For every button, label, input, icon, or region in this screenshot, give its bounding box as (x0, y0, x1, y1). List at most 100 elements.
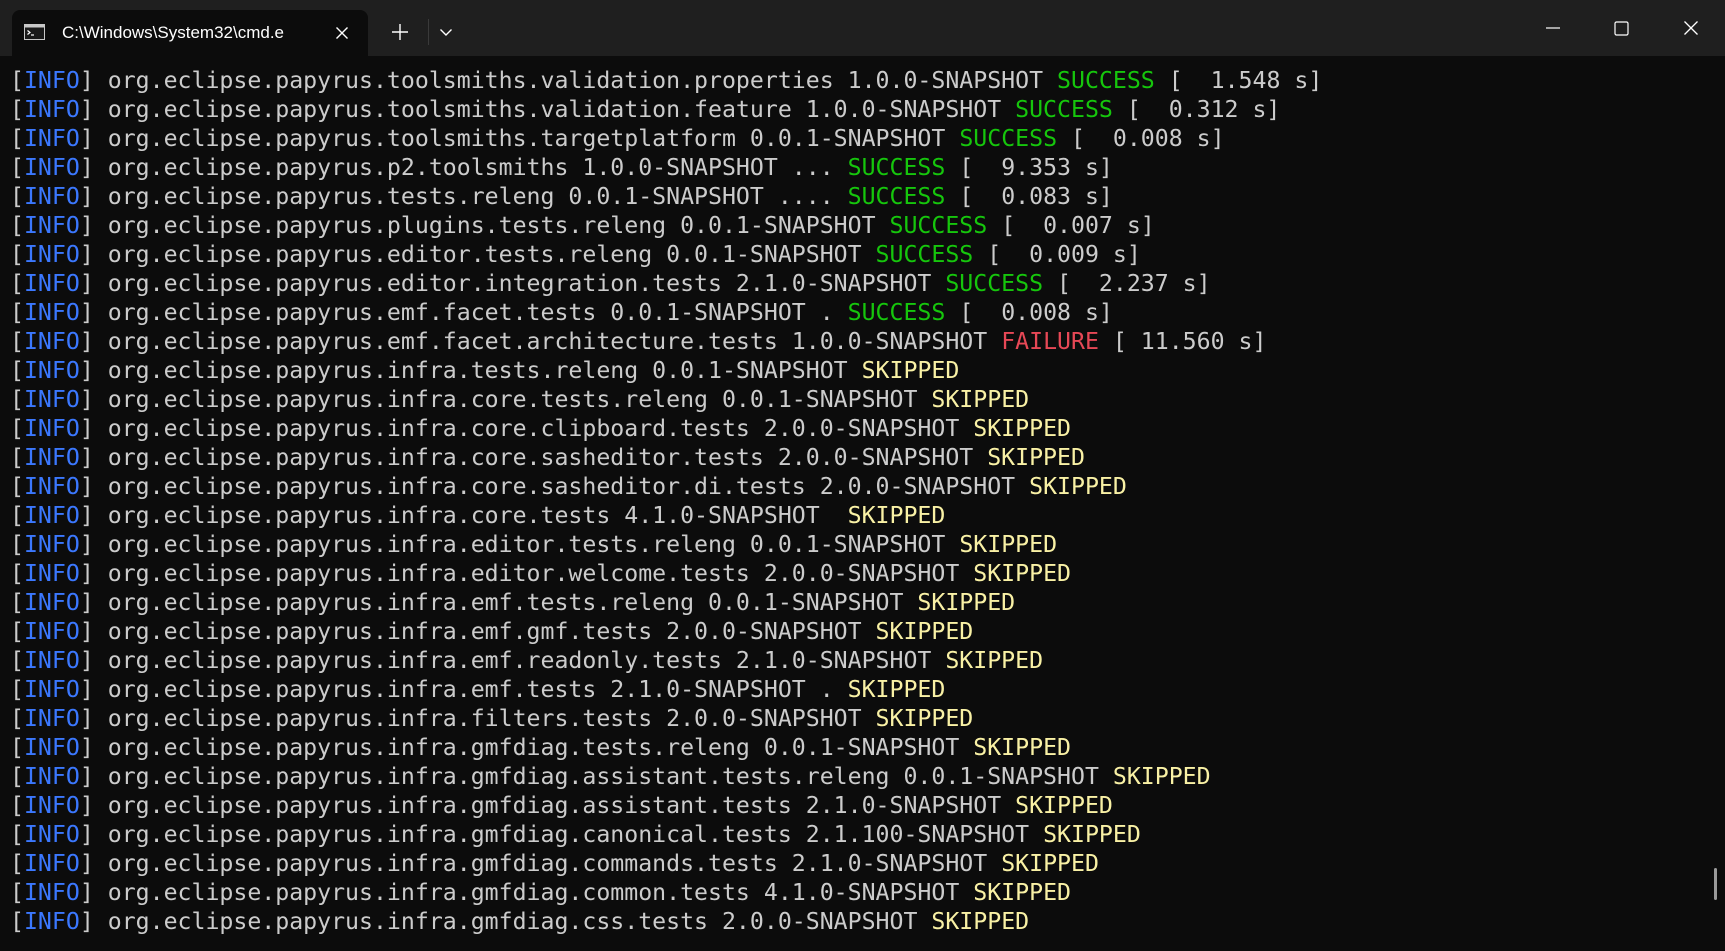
log-line: [INFO] org.eclipse.papyrus.infra.gmfdiag… (10, 791, 1700, 820)
log-bracket-close: ] (79, 879, 108, 906)
log-status: SKIPPED (1112, 763, 1211, 790)
log-bracket-close: ] (79, 299, 108, 326)
close-window-button[interactable] (1657, 0, 1725, 56)
log-module: org.eclipse.papyrus.infra.emf.gmf.tests … (107, 618, 876, 645)
log-status: FAILURE (1001, 328, 1099, 355)
log-bracket-close: ] (79, 386, 108, 413)
log-line: [INFO] org.eclipse.papyrus.toolsmiths.va… (10, 95, 1700, 124)
log-status: SKIPPED (973, 879, 1071, 906)
log-status: SKIPPED (1043, 821, 1141, 848)
log-bracket-open: [ (10, 96, 24, 123)
log-line: [INFO] org.eclipse.papyrus.infra.gmfdiag… (10, 907, 1700, 936)
log-status: SKIPPED (931, 908, 1030, 935)
log-bracket-open: [ (10, 502, 24, 529)
log-module: org.eclipse.papyrus.infra.gmfdiag.canoni… (107, 821, 1044, 848)
log-level: INFO (23, 212, 80, 239)
new-tab-icon[interactable] (386, 18, 414, 46)
log-status: SKIPPED (931, 386, 1030, 413)
log-time: [ 9.353 s] (945, 154, 1113, 181)
log-module: org.eclipse.papyrus.infra.core.clipboard… (107, 415, 974, 442)
log-line: [INFO] org.eclipse.papyrus.infra.gmfdiag… (10, 733, 1700, 762)
log-status: SUCCESS (847, 183, 946, 210)
log-status: SKIPPED (945, 647, 1044, 674)
log-module: org.eclipse.papyrus.infra.editor.welcome… (107, 560, 974, 587)
log-level: INFO (23, 415, 80, 442)
log-line: [INFO] org.eclipse.papyrus.editor.tests.… (10, 240, 1700, 269)
log-bracket-close: ] (79, 270, 108, 297)
log-module: org.eclipse.papyrus.infra.gmfdiag.common… (107, 879, 974, 906)
log-line: [INFO] org.eclipse.papyrus.infra.editor.… (10, 530, 1700, 559)
log-bracket-open: [ (10, 589, 24, 616)
log-line: [INFO] org.eclipse.papyrus.emf.facet.tes… (10, 298, 1700, 327)
log-status: SKIPPED (973, 415, 1071, 442)
log-module: org.eclipse.papyrus.toolsmiths.targetpla… (107, 125, 960, 152)
log-time: [ 0.083 s] (945, 183, 1113, 210)
log-line: [INFO] org.eclipse.papyrus.infra.emf.rea… (10, 646, 1700, 675)
log-bracket-close: ] (79, 792, 108, 819)
log-bracket-open: [ (10, 154, 24, 181)
log-module: org.eclipse.papyrus.emf.facet.tests 0.0.… (107, 299, 848, 326)
log-module: org.eclipse.papyrus.toolsmiths.validatio… (107, 96, 1016, 123)
log-level: INFO (23, 734, 80, 761)
close-tab-icon[interactable] (332, 23, 352, 43)
log-line: [INFO] org.eclipse.papyrus.emf.facet.arc… (10, 327, 1700, 356)
log-bracket-open: [ (10, 415, 24, 442)
log-level: INFO (23, 183, 80, 210)
log-module: org.eclipse.papyrus.infra.emf.readonly.t… (107, 647, 946, 674)
scrollbar-thumb[interactable] (1714, 868, 1717, 900)
log-bracket-close: ] (79, 850, 108, 877)
log-bracket-open: [ (10, 705, 24, 732)
tab-cmd[interactable]: C:\Windows\System32\cmd.e (12, 10, 368, 56)
log-time: [ 11.560 s] (1098, 328, 1267, 355)
log-line: [INFO] org.eclipse.papyrus.toolsmiths.ta… (10, 124, 1700, 153)
log-status: SUCCESS (847, 154, 946, 181)
log-line: [INFO] org.eclipse.papyrus.infra.emf.gmf… (10, 617, 1700, 646)
log-bracket-close: ] (79, 183, 108, 210)
log-bracket-open: [ (10, 444, 24, 471)
log-status: SUCCESS (889, 212, 988, 239)
log-line: [INFO] org.eclipse.papyrus.infra.gmfdiag… (10, 878, 1700, 907)
log-bracket-open: [ (10, 183, 24, 210)
log-bracket-open: [ (10, 618, 24, 645)
log-time: [ 0.008 s] (1057, 125, 1225, 152)
log-bracket-open: [ (10, 676, 24, 703)
log-module: org.eclipse.papyrus.p2.toolsmiths 1.0.0-… (107, 154, 848, 181)
log-bracket-close: ] (79, 154, 108, 181)
log-status: SKIPPED (917, 589, 1016, 616)
log-line: [INFO] org.eclipse.papyrus.plugins.tests… (10, 211, 1700, 240)
log-bracket-open: [ (10, 212, 24, 239)
log-line: [INFO] org.eclipse.papyrus.infra.emf.tes… (10, 675, 1700, 704)
log-time: [ 0.312 s] (1112, 96, 1281, 123)
log-bracket-close: ] (79, 473, 108, 500)
log-level: INFO (23, 763, 80, 790)
log-module: org.eclipse.papyrus.infra.editor.tests.r… (107, 531, 960, 558)
log-bracket-close: ] (79, 357, 108, 384)
chevron-down-icon[interactable] (432, 18, 460, 46)
minimize-button[interactable] (1519, 0, 1587, 56)
log-bracket-close: ] (79, 415, 108, 442)
tab-title: C:\Windows\System32\cmd.e (62, 23, 285, 42)
log-line: [INFO] org.eclipse.papyrus.infra.gmfdiag… (10, 849, 1700, 878)
maximize-button[interactable] (1587, 0, 1655, 56)
log-bracket-open: [ (10, 531, 24, 558)
log-line: [INFO] org.eclipse.papyrus.infra.core.cl… (10, 414, 1700, 443)
log-level: INFO (23, 328, 80, 355)
log-level: INFO (23, 792, 80, 819)
console-output[interactable]: [INFO] org.eclipse.papyrus.toolsmiths.va… (10, 66, 1700, 951)
log-module: org.eclipse.papyrus.infra.tests.releng 0… (107, 357, 862, 384)
log-bracket-close: ] (79, 67, 108, 94)
log-status: SKIPPED (1029, 473, 1127, 500)
log-bracket-open: [ (10, 357, 24, 384)
log-bracket-open: [ (10, 792, 24, 819)
log-line: [INFO] org.eclipse.papyrus.infra.editor.… (10, 559, 1700, 588)
log-module: org.eclipse.papyrus.infra.emf.tests 2.1.… (107, 676, 848, 703)
tab-divider (428, 19, 429, 45)
log-line: [INFO] org.eclipse.papyrus.infra.core.te… (10, 501, 1700, 530)
log-bracket-open: [ (10, 241, 24, 268)
log-level: INFO (23, 154, 80, 181)
log-line: [INFO] org.eclipse.papyrus.p2.toolsmiths… (10, 153, 1700, 182)
log-bracket-close: ] (79, 444, 108, 471)
log-bracket-close: ] (79, 502, 108, 529)
log-status: SUCCESS (1057, 67, 1155, 94)
title-bar[interactable]: C:\Windows\System32\cmd.e (0, 0, 1725, 56)
